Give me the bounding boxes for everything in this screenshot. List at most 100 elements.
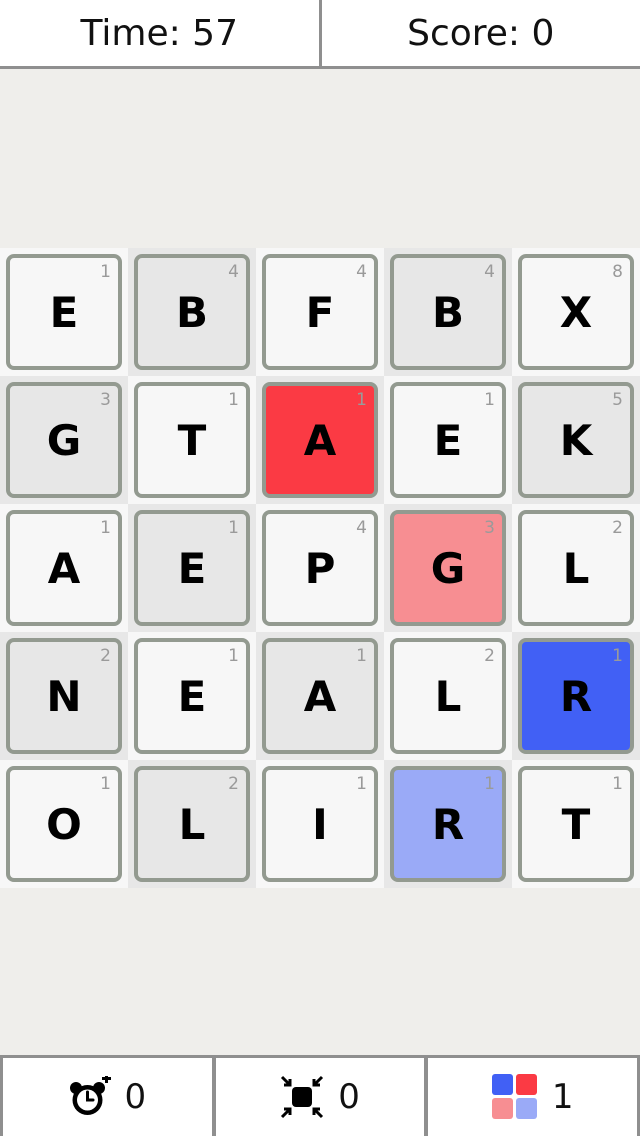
score-display: Score: 0 [407, 12, 555, 54]
tile-points: 2 [484, 646, 495, 666]
tile-points: 1 [228, 646, 239, 666]
board-cell: E1 [0, 248, 128, 376]
tile-letter: O [46, 799, 82, 849]
tile-points: 4 [356, 518, 367, 538]
letter-tile[interactable]: L2 [390, 638, 506, 754]
board-cell: G3 [0, 376, 128, 504]
color-count: 1 [551, 1077, 574, 1117]
letter-tile[interactable]: A1 [262, 382, 378, 498]
letter-tile[interactable]: N2 [6, 638, 122, 754]
letter-tile[interactable]: P4 [262, 510, 378, 626]
shrink-count: 0 [338, 1077, 360, 1117]
board-cell: L2 [512, 504, 640, 632]
tile-letter: B [175, 287, 208, 337]
board-cell: P4 [256, 504, 384, 632]
board-cell: O1 [0, 760, 128, 888]
board-cell: A1 [256, 632, 384, 760]
tile-points: 5 [612, 390, 623, 410]
letter-tile[interactable]: R1 [518, 638, 634, 754]
tile-letter: A [47, 543, 81, 593]
board-cell: L2 [384, 632, 512, 760]
letter-tile[interactable]: R1 [390, 766, 506, 882]
board-cell: E1 [384, 376, 512, 504]
alarm-clock-plus-icon [69, 1076, 111, 1118]
board-cell: N2 [0, 632, 128, 760]
tile-letter: X [559, 287, 593, 337]
tile-letter: E [177, 671, 207, 721]
board-cell: B4 [128, 248, 256, 376]
tile-points: 2 [100, 646, 111, 666]
board-cell: F4 [256, 248, 384, 376]
tile-points: 4 [228, 262, 239, 282]
tile-letter: L [178, 799, 206, 849]
letter-tile[interactable]: E1 [6, 254, 122, 370]
letter-tile[interactable]: K5 [518, 382, 634, 498]
tile-letter: G [430, 543, 466, 593]
tile-letter: R [559, 671, 593, 721]
letter-tile[interactable]: F4 [262, 254, 378, 370]
tile-points: 1 [228, 518, 239, 538]
tile-letter: K [559, 415, 593, 465]
letter-tile[interactable]: E1 [390, 382, 506, 498]
tile-points: 2 [612, 518, 623, 538]
tile-points: 1 [612, 774, 623, 794]
letter-tile[interactable]: G3 [6, 382, 122, 498]
letter-tile[interactable]: L2 [134, 766, 250, 882]
letter-tile[interactable]: O1 [6, 766, 122, 882]
tile-letter: A [303, 415, 337, 465]
board-cell: B4 [384, 248, 512, 376]
color-powerup-button[interactable]: 1 [428, 1058, 640, 1136]
letter-tile[interactable]: T1 [518, 766, 634, 882]
tile-letter: L [434, 671, 462, 721]
letter-tile[interactable]: E1 [134, 510, 250, 626]
tile-points: 1 [484, 774, 495, 794]
tile-points: 1 [356, 646, 367, 666]
board-cell: T1 [128, 376, 256, 504]
tile-letter: L [562, 543, 590, 593]
tile-points: 3 [100, 390, 111, 410]
tile-letter: B [431, 287, 464, 337]
tile-letter: F [305, 287, 335, 337]
letter-tile[interactable]: X8 [518, 254, 634, 370]
status-bar: Time: 57 Score: 0 [0, 0, 640, 69]
tile-letter: E [177, 543, 207, 593]
add-time-powerup-button[interactable]: 0 [0, 1058, 216, 1136]
game-screen: Time: 57 Score: 0 E1B4F4B4X8G3T1A1E1K5A1… [0, 0, 640, 1136]
add-time-count: 0 [124, 1077, 147, 1117]
tile-points: 1 [100, 774, 111, 794]
letter-tile[interactable]: B4 [390, 254, 506, 370]
letter-tile[interactable]: L2 [518, 510, 634, 626]
board-cell: A1 [0, 504, 128, 632]
letter-tile[interactable]: A1 [6, 510, 122, 626]
tile-letter: A [303, 671, 337, 721]
board-cell: E1 [128, 504, 256, 632]
letter-tile[interactable]: B4 [134, 254, 250, 370]
letter-tile[interactable]: E1 [134, 638, 250, 754]
tile-points: 1 [356, 774, 367, 794]
tile-letter: E [49, 287, 79, 337]
letter-tile[interactable]: T1 [134, 382, 250, 498]
tile-letter: G [46, 415, 82, 465]
tile-points: 2 [228, 774, 239, 794]
tile-points: 8 [612, 262, 623, 282]
tile-points: 1 [484, 390, 495, 410]
tile-points: 3 [484, 518, 495, 538]
board-cell: T1 [512, 760, 640, 888]
tile-points: 1 [356, 390, 367, 410]
board-cell: R1 [512, 632, 640, 760]
letter-tile[interactable]: G3 [390, 510, 506, 626]
tile-points: 4 [356, 262, 367, 282]
shrink-powerup-button[interactable]: 0 [216, 1058, 429, 1136]
board-cell: L2 [128, 760, 256, 888]
board-cell: A1 [256, 376, 384, 504]
board-cell: E1 [128, 632, 256, 760]
tile-letter: P [304, 543, 336, 593]
board-cell: G3 [384, 504, 512, 632]
letter-tile[interactable]: A1 [262, 638, 378, 754]
tile-letter: R [431, 799, 465, 849]
board-cell: X8 [512, 248, 640, 376]
board-cell: I1 [256, 760, 384, 888]
tile-points: 1 [228, 390, 239, 410]
letter-tile[interactable]: I1 [262, 766, 378, 882]
letter-board: E1B4F4B4X8G3T1A1E1K5A1E1P4G3L2N2E1A1L2R1… [0, 248, 640, 888]
